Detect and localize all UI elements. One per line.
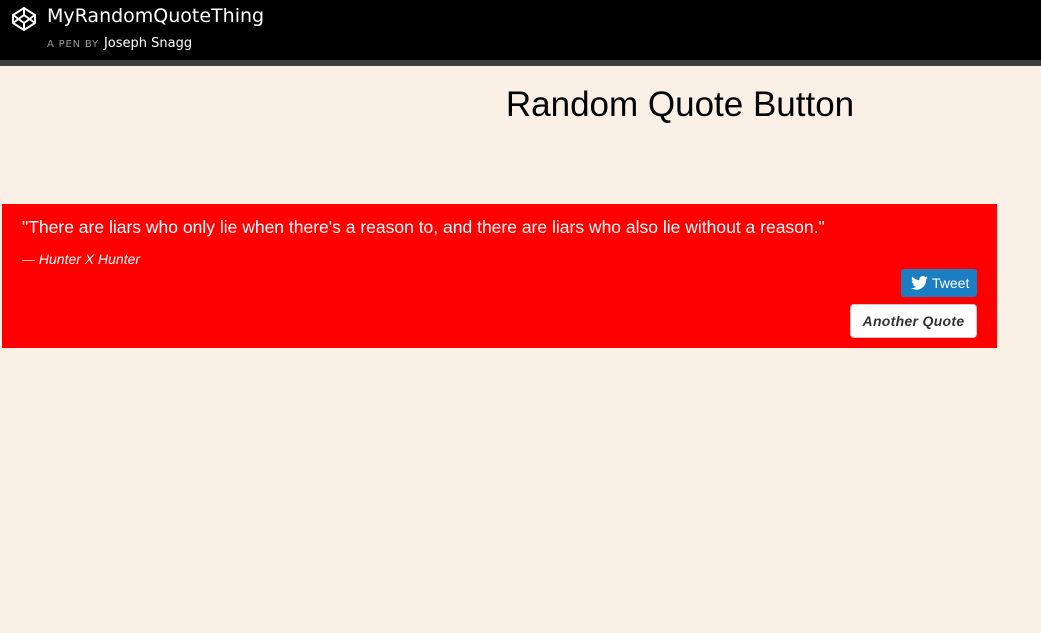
- quote-text: "There are liars who only lie when there…: [22, 217, 825, 237]
- quote-box: "There are liars who only lie when there…: [2, 204, 997, 348]
- quote-source-name: Hunter X Hunter: [38, 251, 141, 267]
- codepen-header: MyRandomQuoteThing A PEN BY Joseph Snagg: [0, 0, 1041, 66]
- codepen-logo-icon[interactable]: [11, 6, 37, 32]
- pen-byline: A PEN BY Joseph Snagg: [47, 33, 192, 54]
- quote-dash: —: [22, 252, 35, 267]
- quote-source: — Hunter X Hunter: [22, 250, 140, 269]
- another-quote-button[interactable]: Another Quote: [850, 304, 977, 338]
- author-link[interactable]: Joseph Snagg: [104, 36, 192, 51]
- twitter-bird-icon: [911, 276, 928, 290]
- page-title: Random Quote Button: [505, 85, 855, 124]
- tweet-button[interactable]: Tweet: [901, 269, 977, 297]
- pen-title[interactable]: MyRandomQuoteThing: [47, 4, 264, 28]
- tweet-label: Tweet: [932, 275, 970, 291]
- byline-prefix: A PEN BY: [47, 39, 99, 50]
